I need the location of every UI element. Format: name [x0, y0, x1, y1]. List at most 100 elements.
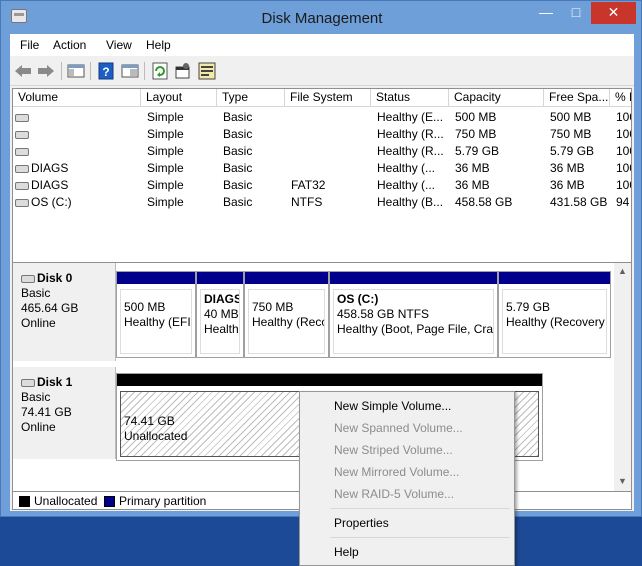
table-row-volume[interactable] [15, 126, 139, 143]
back-arrow-icon[interactable] [13, 61, 33, 81]
table-row-pct: 100 [616, 161, 631, 175]
table-row-capacity: 36 MB [455, 178, 490, 192]
partition-diags[interactable]: DIAGS 40 MB Health [196, 271, 244, 358]
partition-type-bar [499, 272, 610, 284]
disk-1-size: 74.41 GB [21, 405, 72, 419]
drive-icon [15, 113, 29, 122]
column-capacity[interactable]: Capacity [449, 89, 544, 107]
menu-file[interactable]: File [20, 38, 39, 52]
refresh-icon[interactable] [150, 61, 170, 81]
vertical-scrollbar[interactable]: ▲ ▼ [614, 263, 631, 491]
new-spanned-volume-item: New Spanned Volume... [334, 421, 463, 435]
table-row-capacity: 5.79 GB [455, 144, 500, 158]
rescan-icon[interactable] [197, 61, 217, 81]
maximize-button[interactable]: □ [561, 2, 591, 24]
properties-item[interactable]: Properties [334, 513, 389, 533]
menu-action[interactable]: Action [53, 38, 86, 52]
column-status[interactable]: Status [371, 89, 449, 107]
menu-view[interactable]: View [106, 38, 132, 52]
forward-arrow-icon[interactable] [36, 61, 56, 81]
disk-icon [21, 378, 35, 387]
close-button[interactable]: ✕ [591, 2, 636, 24]
table-row-volume[interactable]: OS (C:) [15, 194, 139, 211]
drive-icon [15, 130, 29, 139]
table-row-type: Basic [223, 144, 253, 158]
table-row-pct: 100 [616, 178, 631, 192]
legend-unallocated-swatch [19, 496, 30, 507]
disk-0-partitions: 500 MB Healthy (EFI DIAGS 40 MB Health 750 … [116, 271, 616, 361]
table-row-layout: Simple [147, 110, 184, 124]
table-row-free: 36 MB [550, 161, 585, 175]
table-row-type: Basic [223, 195, 253, 209]
table-row-pct: 100 [616, 127, 631, 141]
table-row-free: 750 MB [550, 127, 592, 141]
legend-primary-swatch [104, 496, 115, 507]
help-icon[interactable]: ? [96, 61, 116, 81]
table-row-free: 500 MB [550, 110, 592, 124]
column-percent-free[interactable]: % F [610, 89, 631, 107]
partition-type-bar [330, 272, 497, 284]
title-bar[interactable]: Disk Management — □ ✕ [1, 1, 641, 34]
disk-0-size: 465.64 GB [21, 301, 79, 315]
scroll-up-icon[interactable]: ▲ [614, 263, 631, 280]
table-row-status: Healthy (... [377, 178, 436, 192]
column-layout[interactable]: Layout [141, 89, 217, 107]
partition-type-bar [117, 374, 542, 386]
console-tree-icon[interactable] [66, 61, 86, 81]
partition-type-bar [245, 272, 328, 284]
partition-recovery-750mb[interactable]: 750 MB Healthy (Reco [244, 271, 329, 358]
table-row-volume[interactable]: DIAGS [15, 160, 139, 177]
new-striped-volume-item: New Striped Volume... [334, 443, 453, 457]
partition-type-bar [197, 272, 243, 284]
table-row-pct: 94 [616, 195, 630, 209]
column-volume[interactable]: Volume [13, 89, 141, 107]
scroll-down-icon[interactable]: ▼ [614, 473, 631, 490]
column-file-system[interactable]: File System [285, 89, 371, 107]
disk-0-name: Disk 0 [37, 271, 73, 285]
minimize-button[interactable]: — [531, 2, 561, 24]
menu-help[interactable]: Help [146, 38, 171, 52]
table-row-type: Basic [223, 178, 253, 192]
table-row-layout: Simple [147, 161, 184, 175]
new-raid5-volume-item: New RAID-5 Volume... [334, 487, 455, 501]
table-row-volume[interactable] [15, 143, 139, 160]
table-row-type: Basic [223, 110, 253, 124]
disk-0-state: Online [21, 316, 56, 330]
table-row-volume[interactable]: DIAGS [15, 177, 139, 194]
properties-icon[interactable] [120, 61, 140, 81]
table-row-fs: NTFS [291, 195, 323, 209]
partition-efi[interactable]: 500 MB Healthy (EFI [116, 271, 196, 358]
svg-text:?: ? [102, 65, 109, 79]
column-type[interactable]: Type [217, 89, 285, 107]
disk-0-info[interactable]: Disk 0 Basic 465.64 GB Online [13, 263, 116, 361]
partition-os-c[interactable]: OS (C:) 458.58 GB NTFS Healthy (Boot, Page… [329, 271, 498, 358]
settings-icon[interactable] [173, 61, 193, 81]
table-row-type: Basic [223, 127, 253, 141]
table-row-pct: 100 [616, 144, 631, 158]
drive-icon [15, 147, 29, 156]
table-row-capacity: 750 MB [455, 127, 497, 141]
menu-bar: File Action View Help [10, 34, 634, 56]
table-row-layout: Simple [147, 144, 184, 158]
partition-recovery-5gb[interactable]: 5.79 GB Healthy (Recovery [498, 271, 611, 358]
table-row-pct: 100 [616, 110, 631, 124]
disk-icon [21, 274, 35, 283]
disk-1-state: Online [21, 420, 56, 434]
table-row-type: Basic [223, 161, 253, 175]
drive-icon [15, 198, 29, 207]
disk-1-info[interactable]: Disk 1 Basic 74.41 GB Online [13, 367, 116, 459]
partition-type-bar [117, 272, 195, 284]
new-simple-volume-item[interactable]: New Simple Volume... [334, 396, 451, 416]
disk-1-type: Basic [21, 390, 51, 404]
table-row-layout: Simple [147, 178, 184, 192]
toolbar: ? [10, 56, 634, 86]
legend-unallocated-label: Unallocated [34, 494, 98, 508]
table-row-status: Healthy (... [377, 161, 436, 175]
table-row-layout: Simple [147, 127, 184, 141]
table-row-volume[interactable] [15, 109, 139, 126]
disk-1-name: Disk 1 [37, 375, 73, 389]
help-item[interactable]: Help [334, 542, 359, 562]
context-menu: New Simple Volume... New Spanned Volume.… [299, 391, 515, 566]
table-row-free: 5.79 GB [550, 144, 595, 158]
column-free-space[interactable]: Free Spa... [544, 89, 610, 107]
